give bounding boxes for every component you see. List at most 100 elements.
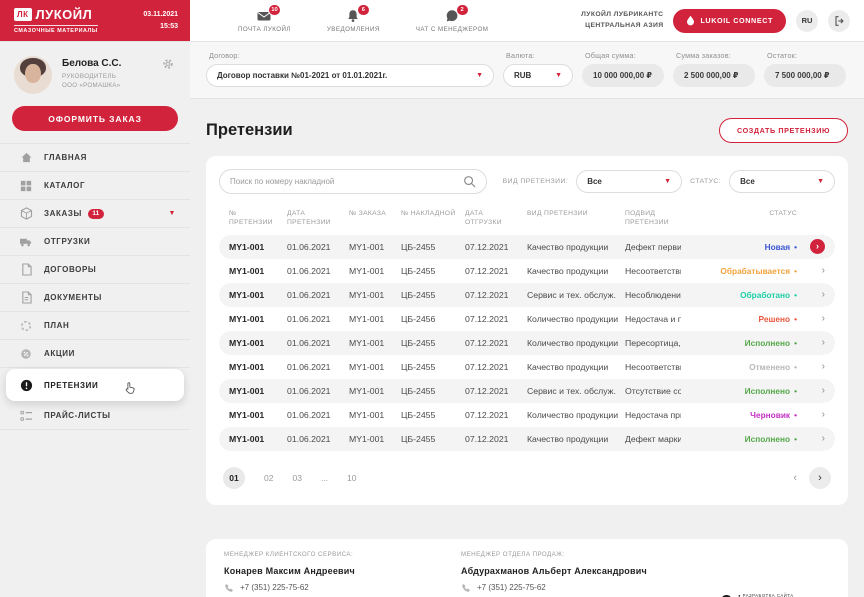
table-row[interactable]: MY1-001 01.06.2021 MY1-001 ЦБ-2455 07.12… — [219, 259, 835, 283]
status-filter-value: Все — [740, 177, 755, 186]
cursor-icon — [124, 381, 137, 397]
sidebar-item-plan[interactable]: ПЛАН — [0, 312, 190, 340]
manager-sales-name: Абдурахманов Альберт Александрович — [461, 566, 830, 576]
contract-label: Договор: — [209, 51, 494, 60]
logout-button[interactable] — [828, 10, 850, 32]
phone-icon — [224, 583, 234, 593]
contract-select[interactable]: Договор поставки №01-2021 от 01.01.2021г… — [206, 64, 494, 87]
sidebar-item-promos[interactable]: АКЦИИ — [0, 340, 190, 368]
chevron-down-icon[interactable]: ▼ — [168, 210, 176, 217]
table-row[interactable]: MY1-001 01.06.2021 MY1-001 ЦБ-2455 07.12… — [219, 331, 835, 355]
claim-type-select[interactable]: Все ▼ — [576, 170, 682, 193]
lukoil-logo-subtitle: СМАЗОЧНЫЕ МАТЕРИАЛЫ — [14, 25, 98, 34]
chevron-right-icon[interactable]: › — [822, 314, 825, 324]
company-name: ЛУКОЙЛ ЛУБРИКАНТС ЦЕНТРАЛЬНАЯ АЗИЯ — [581, 10, 663, 30]
create-claim-button[interactable]: СОЗДАТЬ ПРЕТЕНЗИЮ — [719, 118, 848, 143]
sidebar-item-pricelists[interactable]: ПРАЙС-ЛИСТЫ — [0, 402, 190, 430]
header-right: ЛУКОЙЛ ЛУБРИКАНТС ЦЕНТРАЛЬНАЯ АЗИЯ LUKOI… — [581, 0, 864, 41]
cell-claim-number: MY1-001 — [229, 434, 281, 444]
contracts-icon — [21, 263, 32, 276]
manager-sales-phone[interactable]: +7 (351) 225-75-62 — [477, 583, 546, 592]
status-badge: Новая• — [687, 242, 797, 252]
brand-logo[interactable]: ЛК ЛУКОЙЛ СМАЗОЧНЫЕ МАТЕРИАЛЫ 03.11.2021… — [0, 0, 190, 41]
cell-order-number: MY1-001 — [349, 338, 395, 348]
cell-ship-date: 07.12.2021 — [465, 386, 521, 396]
header-nav: 10 ПОЧТА ЛУКОЙЛ 6 УВЕДОМЛЕНИЯ 2 ЧАТ С МЕ… — [238, 0, 488, 41]
table-row[interactable]: MY1-001 01.06.2021 MY1-001 ЦБ-2455 07.12… — [219, 235, 835, 259]
gear-icon — [162, 58, 174, 70]
manager-service-label: МЕНЕДЖЕР КЛИЕНТСКОГО СЕРВИСА: — [224, 551, 461, 558]
logout-icon — [833, 15, 845, 27]
chevron-right-icon[interactable]: › — [822, 338, 825, 348]
chevron-right-icon[interactable]: › — [822, 362, 825, 372]
cell-claim-number: MY1-001 — [229, 314, 281, 324]
table-row[interactable]: MY1-001 01.06.2021 MY1-001 ЦБ-2455 07.12… — [219, 379, 835, 403]
search-box — [219, 169, 487, 194]
prev-page-button[interactable]: ‹ — [793, 472, 797, 484]
page-button-10[interactable]: 10 — [347, 473, 356, 483]
search-input[interactable] — [230, 177, 463, 186]
next-page-button[interactable]: › — [809, 467, 831, 489]
status-badge: Обрабатывается• — [687, 266, 797, 276]
cell-invoice-number: ЦБ-2455 — [401, 434, 459, 444]
sidebar-item-home[interactable]: ГЛАВНАЯ — [0, 144, 190, 172]
pagination: 01 02 03 ... 10 ‹ › — [219, 467, 835, 495]
promos-icon — [20, 348, 32, 360]
table-row[interactable]: MY1-001 01.06.2021 MY1-001 ЦБ-2455 07.12… — [219, 403, 835, 427]
manager-service-phone[interactable]: +7 (351) 225-75-62 — [240, 583, 309, 592]
sidebar-item-contracts[interactable]: ДОГОВОРЫ — [0, 256, 190, 284]
cell-claim-type: Сервис и тех. обслуж. — [527, 290, 619, 300]
currency-select[interactable]: RUB ▼ — [503, 64, 573, 87]
cell-order-number: MY1-001 — [349, 266, 395, 276]
table-header-row: № ПРЕТЕНЗИИ ДАТА ПРЕТЕНЗИИ № ЗАКАЗА № НА… — [219, 209, 835, 235]
table-row[interactable]: MY1-001 01.06.2021 MY1-001 ЦБ-2456 07.12… — [219, 307, 835, 331]
table-row[interactable]: MY1-001 01.06.2021 MY1-001 ЦБ-2455 07.12… — [219, 427, 835, 451]
chevron-right-icon[interactable]: › — [822, 410, 825, 420]
nav-notifications-button[interactable]: 6 УВЕДОМЛЕНИЯ — [327, 9, 380, 33]
mail-badge: 10 — [268, 4, 281, 16]
cell-order-number: MY1-001 — [349, 362, 395, 372]
cell-invoice-number: ЦБ-2455 — [401, 290, 459, 300]
developer-brand[interactable]: РАЗРАБОТКА САЙТА ЦИФРОВОЙ ЭЛЕМЕНТ — [721, 593, 830, 597]
chevron-right-icon[interactable]: › — [822, 386, 825, 396]
chevron-right-icon[interactable]: › — [822, 290, 825, 300]
search-icon[interactable] — [463, 175, 476, 188]
lukoil-connect-button[interactable]: LUKOIL CONNECT — [673, 9, 786, 33]
chevron-right-icon[interactable]: › — [822, 434, 825, 444]
orders-sum-value: 2 500 000,00 ₽ — [673, 64, 755, 87]
cell-invoice-number: ЦБ-2455 — [401, 266, 459, 276]
table-row[interactable]: MY1-001 01.06.2021 MY1-001 ЦБ-2455 07.12… — [219, 355, 835, 379]
page-button-2[interactable]: 02 — [264, 473, 273, 483]
chevron-down-icon: ▼ — [817, 178, 824, 185]
language-button[interactable]: RU — [796, 10, 818, 32]
cell-ship-date: 07.12.2021 — [465, 410, 521, 420]
nav-chat-button[interactable]: 2 ЧАТ С МЕНЕДЖЕРОМ — [416, 9, 489, 33]
chevron-right-icon[interactable]: › — [822, 266, 825, 276]
nav-mail-button[interactable]: 10 ПОЧТА ЛУКОЙЛ — [238, 9, 291, 33]
cell-claim-number: MY1-001 — [229, 242, 281, 252]
pricelists-icon — [20, 410, 33, 422]
status-badge: Обработано• — [687, 290, 797, 300]
sidebar-item-catalog[interactable]: КАТАЛОГ — [0, 172, 190, 200]
sidebar-item-claims[interactable]: ПРЕТЕНЗИИ — [6, 369, 184, 401]
settings-button[interactable] — [162, 57, 174, 75]
page-button-1[interactable]: 01 — [223, 467, 245, 489]
table-row[interactable]: MY1-001 01.06.2021 MY1-001 ЦБ-2455 07.12… — [219, 283, 835, 307]
page-button-3[interactable]: 03 — [292, 473, 301, 483]
user-role: РУКОВОДИТЕЛЬ — [62, 73, 121, 80]
cell-claim-number: MY1-001 — [229, 266, 281, 276]
cell-claim-date: 01.06.2021 — [287, 386, 343, 396]
status-select[interactable]: Все ▼ — [729, 170, 835, 193]
manager-sales-block: МЕНЕДЖЕР ОТДЕЛА ПРОДАЖ: Абдурахманов Аль… — [461, 551, 830, 597]
page-ellipsis: ... — [321, 473, 328, 483]
home-icon — [20, 151, 33, 164]
sidebar-item-documents[interactable]: ДОКУМЕНТЫ — [0, 284, 190, 312]
cell-order-number: MY1-001 — [349, 434, 395, 444]
cell-claim-type: Качество продукции — [527, 362, 619, 372]
sidebar-item-orders[interactable]: ЗАКАЗЫ 11 ▼ — [0, 200, 190, 228]
open-claim-button[interactable]: › — [810, 239, 825, 254]
company-line2: ЦЕНТРАЛЬНАЯ АЗИЯ — [581, 21, 663, 31]
place-order-button[interactable]: ОФОРМИТЬ ЗАКАЗ — [12, 106, 178, 131]
sidebar-item-shipments[interactable]: ОТГРУЗКИ — [0, 228, 190, 256]
catalog-icon — [20, 180, 32, 192]
